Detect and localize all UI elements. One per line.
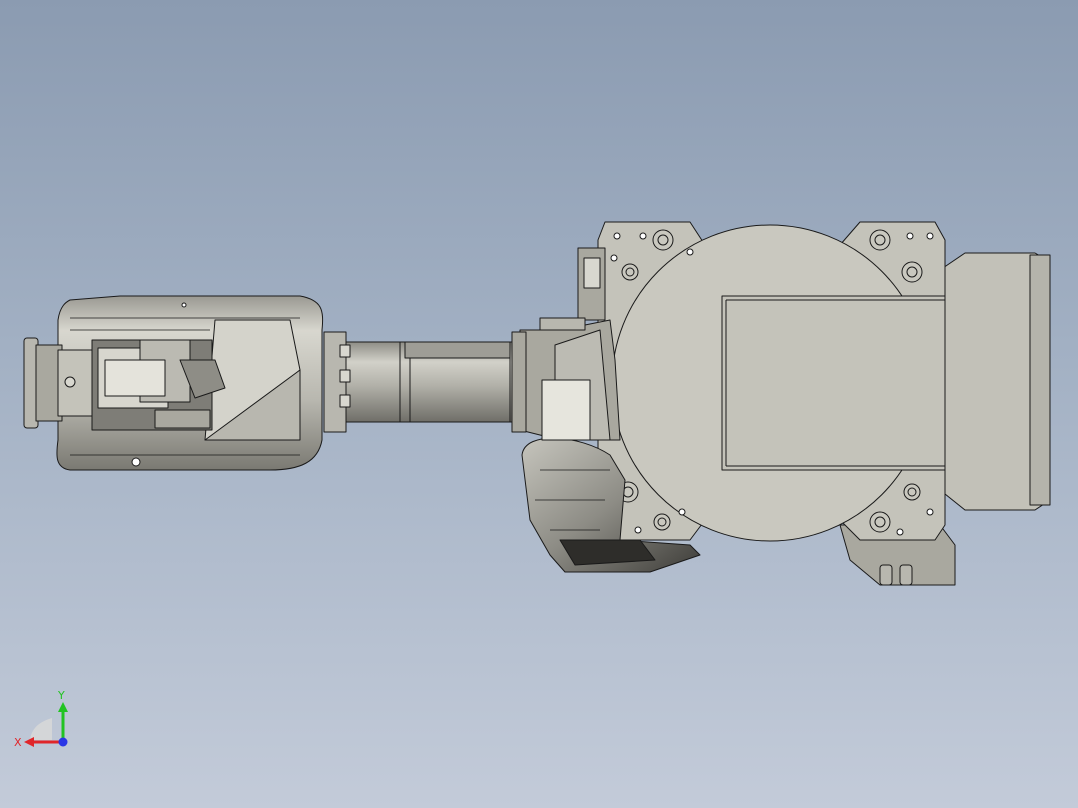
z-axis-dot: [58, 737, 68, 747]
x-axis-label: X: [14, 736, 22, 749]
connector-2: [899, 564, 913, 586]
arm-cover-plate: [541, 379, 591, 441]
triad-plane: [30, 718, 52, 740]
coordinate-triad: Y X: [10, 682, 80, 752]
turntable-cover: [721, 295, 946, 471]
x-axis-arrow: [24, 737, 34, 747]
3d-viewport[interactable]: Y X: [0, 0, 1078, 808]
y-axis-arrow: [58, 702, 68, 712]
robot-arm-model[interactable]: [0, 0, 1078, 808]
y-axis-label: Y: [57, 689, 65, 702]
connector-1: [879, 564, 893, 586]
